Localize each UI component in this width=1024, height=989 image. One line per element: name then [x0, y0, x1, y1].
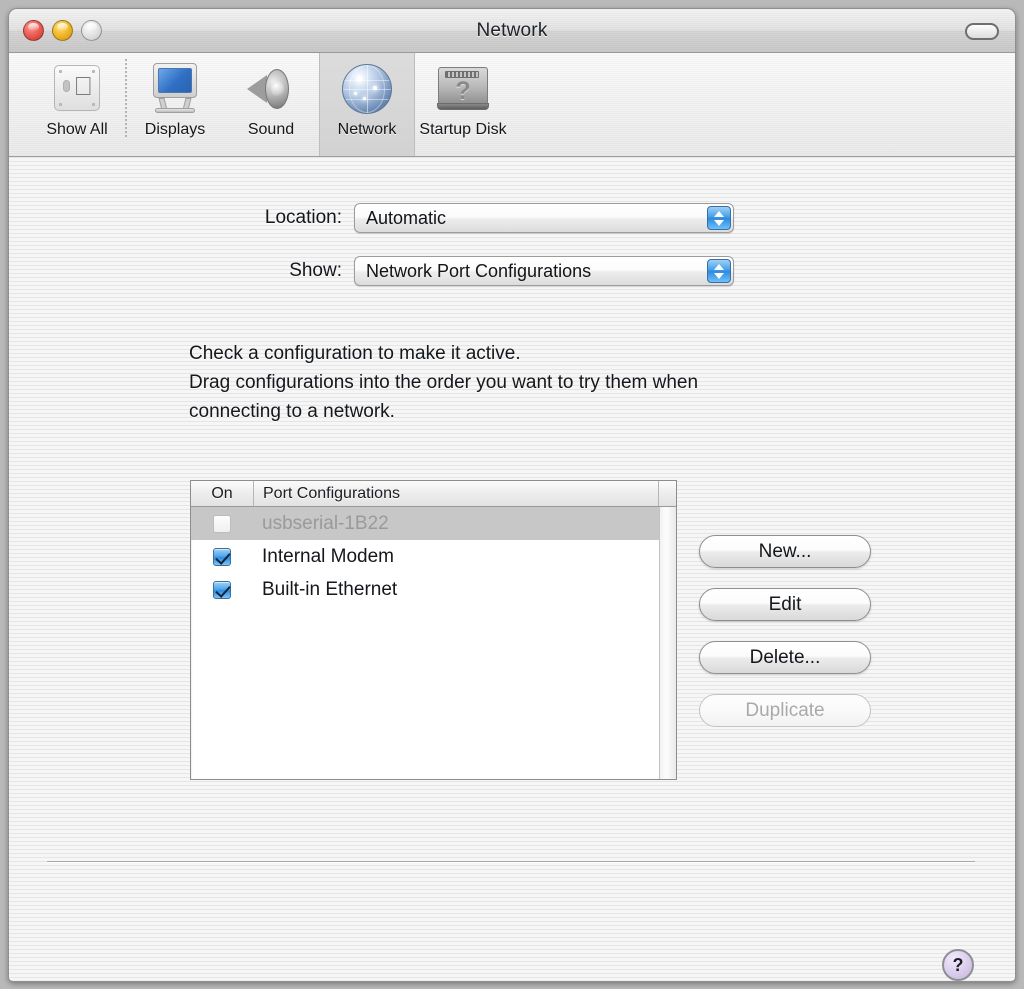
show-value: Network Port Configurations [366, 260, 592, 281]
edit-button[interactable]: Edit [699, 588, 871, 621]
location-row: Location: Automatic [9, 203, 1015, 233]
row-checkbox[interactable] [213, 514, 231, 533]
row-on-cell [191, 580, 253, 599]
row-on-cell [191, 547, 253, 566]
toolbar-item-label: Displays [144, 121, 206, 138]
delete-button[interactable]: Delete... [699, 641, 871, 674]
instructions-line-3: connecting to a network. [189, 401, 395, 422]
startup-disk-icon: ? [433, 61, 493, 119]
row-name: Internal Modem [262, 545, 395, 567]
show-all-icon:  [47, 61, 107, 119]
instructions-line-1: Check a configuration to make it active. [189, 343, 521, 364]
row-name: usbserial-1B22 [262, 512, 389, 534]
table-row[interactable]: usbserial-1B22 [191, 507, 676, 540]
toolbar-item-network[interactable]: Network [319, 53, 415, 156]
toolbar-item-label: Show All [46, 121, 108, 138]
table-row[interactable]: Built-in Ethernet [191, 573, 676, 606]
sound-icon [241, 61, 301, 119]
row-checkbox[interactable] [213, 580, 231, 599]
show-row: Show: Network Port Configurations [9, 256, 1015, 286]
show-popup-button[interactable]: Network Port Configurations [354, 256, 734, 286]
row-checkbox[interactable] [213, 547, 231, 566]
table-header: On Port Configurations [191, 481, 676, 507]
table-body: usbserial-1B22 Internal Modem Built-in E… [191, 507, 676, 606]
location-value: Automatic [366, 207, 447, 228]
port-configurations-table[interactable]: On Port Configurations usbserial-1B22 In… [190, 480, 677, 780]
network-globe-icon [337, 61, 397, 119]
help-button[interactable]: ? [942, 949, 974, 981]
toolbar-toggle-button[interactable] [965, 23, 999, 40]
window-title: Network [476, 20, 548, 41]
duplicate-button: Duplicate [699, 694, 871, 727]
toolbar-item-displays[interactable]: Displays [127, 53, 223, 156]
location-popup-button[interactable]: Automatic [354, 203, 734, 233]
new-button[interactable]: New... [699, 535, 871, 568]
chevron-updown-icon [707, 259, 731, 283]
table-vertical-scrollbar[interactable] [659, 507, 676, 779]
title-bar: Network [9, 9, 1015, 53]
toolbar-item-sound[interactable]: Sound [223, 53, 319, 156]
toolbar-item-label: Sound [247, 121, 295, 138]
toolbar-item-label: Startup Disk [419, 121, 507, 138]
toolbar-item-startup-disk[interactable]: ? Startup Disk [415, 53, 511, 156]
column-header-port[interactable]: Port Configurations [253, 481, 658, 506]
column-header-on[interactable]: On [191, 481, 253, 506]
toolbar-item-label: Network [337, 121, 397, 138]
column-header-spacer [658, 481, 676, 506]
footer-divider [47, 861, 975, 863]
preferences-toolbar:  Show All Displays [9, 53, 1015, 157]
toolbar-item-show-all[interactable]:  Show All [29, 53, 125, 156]
row-name: Built-in Ethernet [262, 578, 398, 600]
instructions-text: Check a configuration to make it active.… [189, 339, 879, 426]
displays-icon [145, 61, 205, 119]
table-row[interactable]: Internal Modem [191, 540, 676, 573]
instructions-line-2: Drag configurations into the order you w… [189, 372, 699, 393]
chevron-updown-icon [707, 206, 731, 230]
preference-pane-content: Location: Automatic Show: Network Port C… [9, 157, 1015, 981]
network-preferences-window: Network  Show All [8, 8, 1016, 982]
location-label: Location: [264, 207, 342, 228]
show-label: Show: [289, 260, 342, 281]
row-on-cell [191, 514, 253, 533]
